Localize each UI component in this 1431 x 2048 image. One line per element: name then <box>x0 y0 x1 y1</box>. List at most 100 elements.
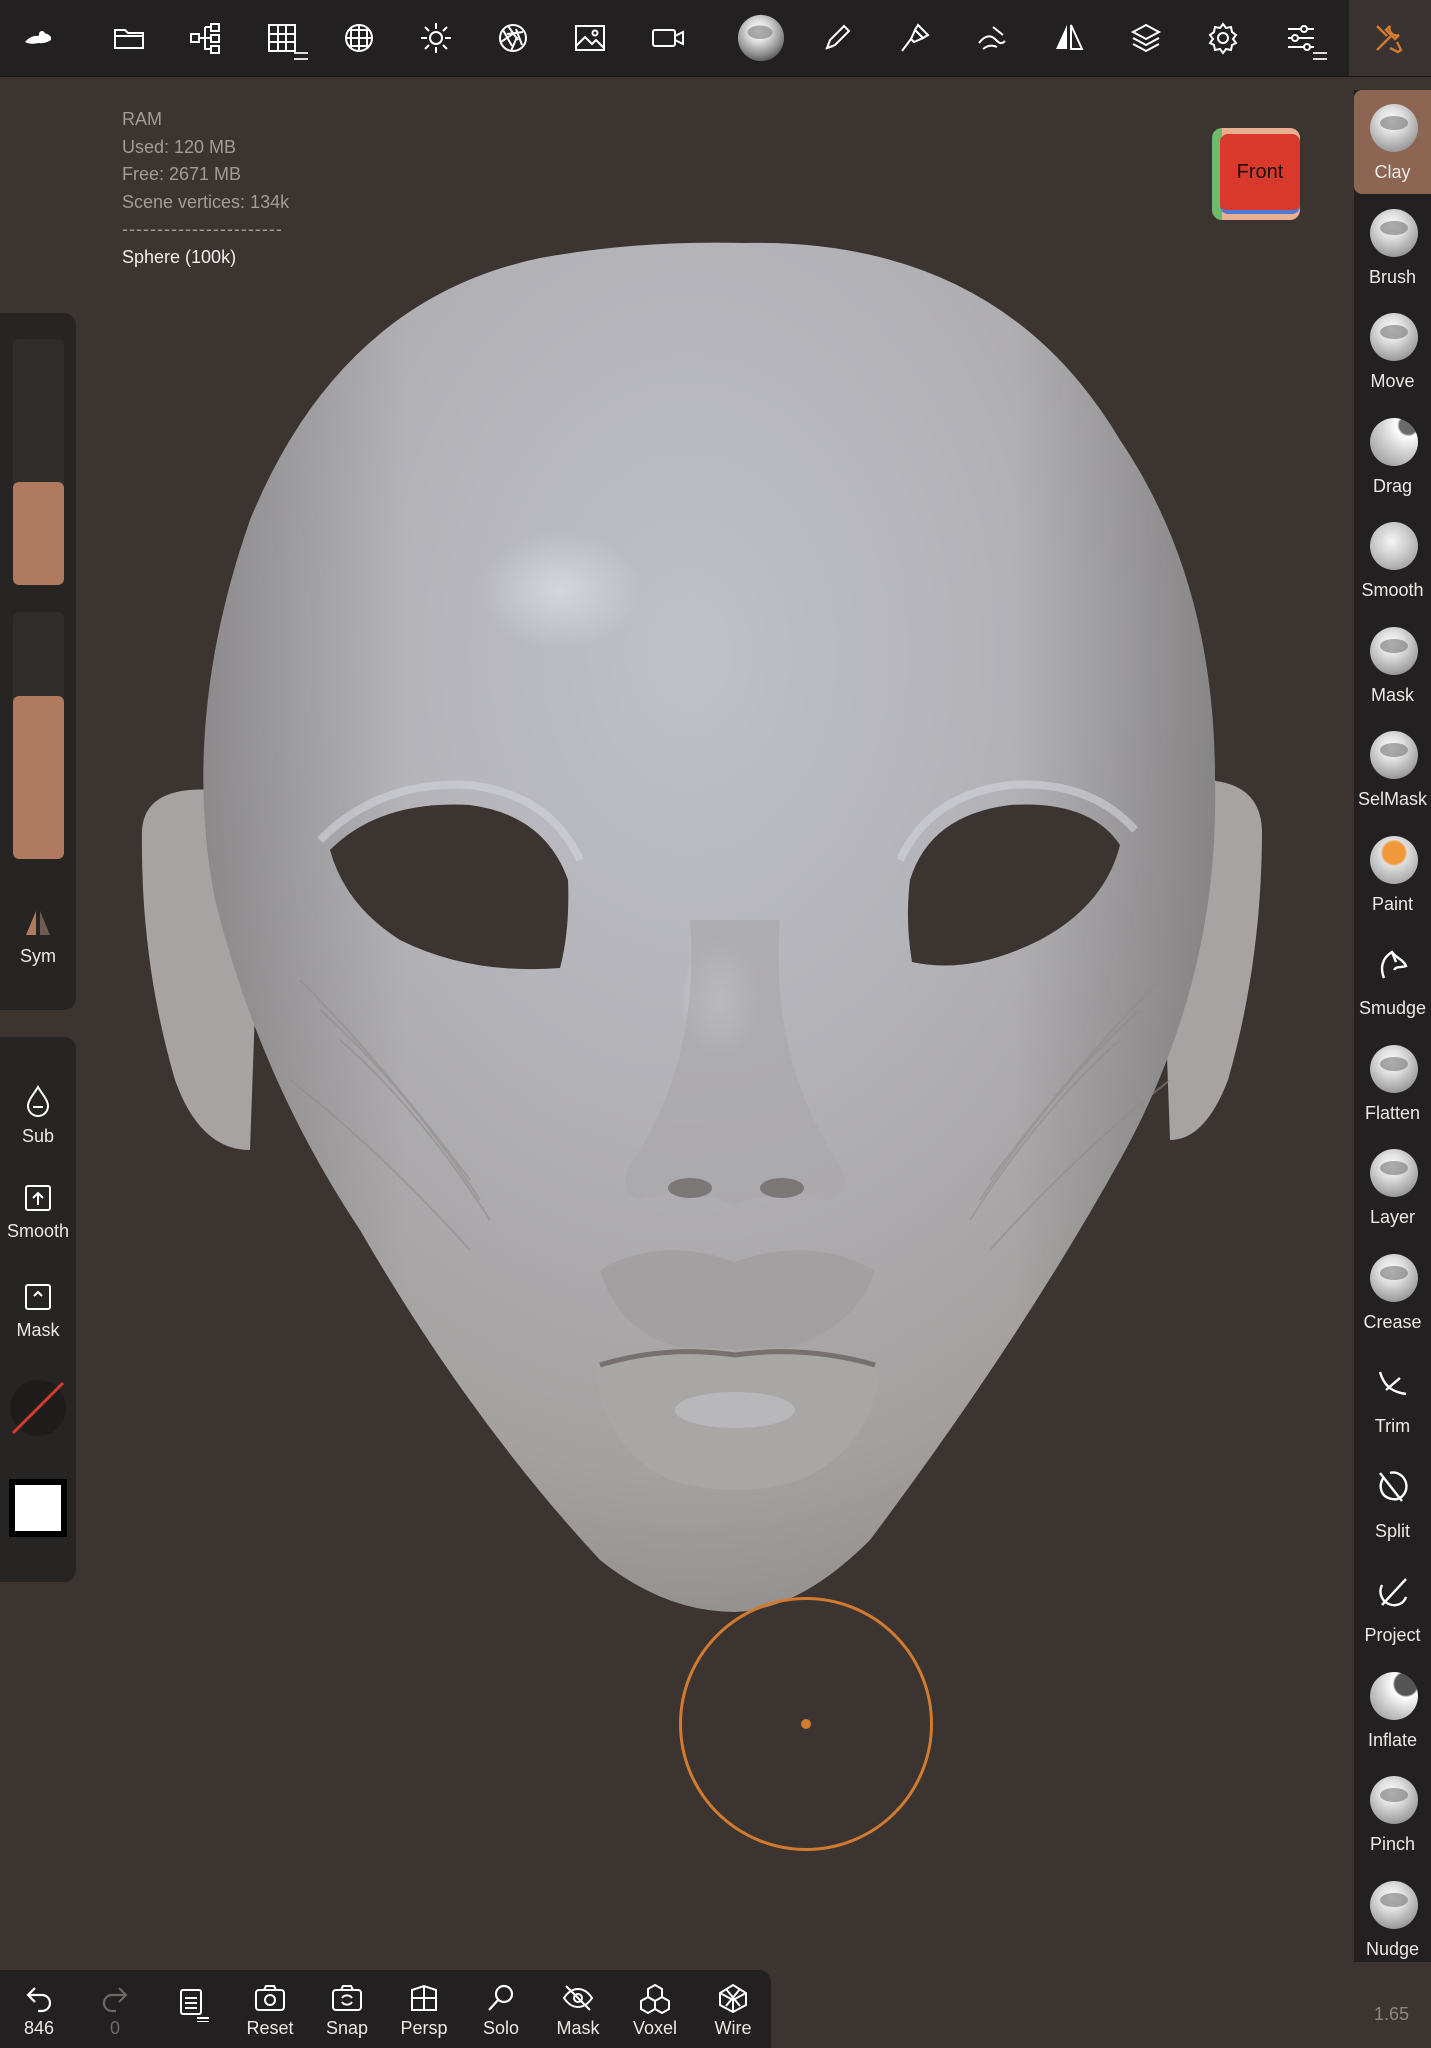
settings-icon[interactable] <box>1195 10 1251 66</box>
smooth-toggle[interactable]: Smooth <box>0 1183 76 1242</box>
brush-flatten[interactable]: Flatten <box>1354 1031 1431 1135</box>
intensity-slider[interactable] <box>13 612 64 859</box>
ram-label: RAM <box>122 109 162 129</box>
history-menu-button[interactable] <box>155 1982 229 2026</box>
sub-button[interactable]: Sub <box>0 1084 76 1147</box>
brush-label: Flatten <box>1364 1102 1421 1123</box>
undo-button[interactable]: 846 <box>2 1982 76 2039</box>
brush-trim[interactable]: Trim <box>1354 1344 1431 1448</box>
matcap-sphere-icon[interactable] <box>732 9 790 67</box>
stroke-icon[interactable] <box>964 10 1020 66</box>
persp-label: Persp <box>400 2018 448 2038</box>
brush-split[interactable]: Split <box>1354 1449 1431 1553</box>
voxel-icon <box>640 1983 670 2014</box>
tools-icon <box>1361 10 1417 66</box>
brush-label: Trim <box>1374 1416 1411 1436</box>
brush-selmask[interactable]: SelMask <box>1354 717 1431 821</box>
snap-label: Snap <box>325 2018 369 2038</box>
brush-brush[interactable]: Brush <box>1354 195 1431 299</box>
home-icon[interactable] <box>10 10 66 66</box>
mask-toggle[interactable]: Mask <box>0 1282 76 1341</box>
pen-icon[interactable] <box>809 10 865 66</box>
mask-visibility-button[interactable]: Mask <box>541 1982 615 2039</box>
smooth-label: Smooth <box>6 1221 70 1241</box>
brush-label: Split <box>1374 1520 1410 1541</box>
flatten-icon <box>1370 1044 1418 1093</box>
selected-object[interactable]: Sphere (100k) <box>122 244 289 272</box>
symmetry-icon[interactable] <box>1041 10 1097 66</box>
info-separator: ----------------------- <box>122 219 283 239</box>
brush-pinch[interactable]: Pinch <box>1354 1762 1431 1866</box>
brush-project[interactable]: Project <box>1354 1553 1431 1657</box>
move-icon <box>1370 313 1418 361</box>
reset-button[interactable]: Reset <box>233 1982 307 2039</box>
wire-button[interactable]: Wire <box>696 1982 770 2039</box>
brush-label: Clay <box>1374 162 1411 182</box>
persp-button[interactable]: Persp <box>387 1982 461 2039</box>
brush-clay[interactable]: Clay <box>1354 90 1431 194</box>
camera-aperture-icon[interactable] <box>485 10 541 66</box>
brush-smudge[interactable]: Smudge <box>1354 926 1431 1030</box>
search-icon <box>488 1984 514 2011</box>
view-cube-front-face[interactable]: Front <box>1220 134 1300 214</box>
alpha-swatch[interactable] <box>0 1377 76 1447</box>
brush-cursor-center <box>801 1719 811 1729</box>
selmask-icon <box>1370 731 1418 779</box>
mask-icon <box>25 1284 51 1310</box>
brush-paint[interactable]: Paint <box>1354 822 1431 926</box>
folder-icon[interactable] <box>101 10 157 66</box>
sym-button[interactable]: Sym <box>0 908 76 967</box>
color-swatch[interactable] <box>0 1477 76 1547</box>
ram-free: Free: 2671 MB <box>122 164 242 184</box>
brush-label: Nudge <box>1365 1938 1420 1959</box>
light-icon[interactable] <box>408 10 464 66</box>
snap-button[interactable]: Snap <box>310 1982 384 2039</box>
video-icon[interactable] <box>640 10 696 66</box>
ram-used: Used: 120 MB <box>122 136 237 157</box>
no-alpha-icon <box>10 1380 66 1436</box>
brush-crease[interactable]: Crease <box>1354 1240 1431 1344</box>
radius-slider[interactable] <box>13 339 64 585</box>
brush-label: Pinch <box>1369 1834 1416 1854</box>
solo-button[interactable]: Solo <box>464 1982 538 2039</box>
brush-smooth[interactable]: Smooth <box>1354 508 1431 612</box>
brush-inflate[interactable]: Inflate <box>1354 1658 1431 1762</box>
notes-icon <box>180 1989 209 2022</box>
brush-move[interactable]: Move <box>1354 299 1431 403</box>
solo-label: Solo <box>482 2018 520 2038</box>
brush-picker-icon[interactable] <box>887 10 943 66</box>
smooth-icon <box>1370 522 1418 570</box>
inflate-icon <box>1370 1671 1418 1720</box>
crease-icon <box>1370 1253 1418 1302</box>
view-cube[interactable]: Front <box>1212 128 1300 220</box>
brush-nudge[interactable]: Nudge <box>1354 1867 1431 1971</box>
sub-label: Sub <box>21 1126 55 1146</box>
scene-info: RAM Used: 120 MB Free: 2671 MB Scene ver… <box>122 106 289 271</box>
brush-label: Smudge <box>1358 998 1427 1018</box>
perspective-icon <box>411 1984 437 2011</box>
mesh-icon[interactable] <box>331 10 387 66</box>
brush-label: Paint <box>1371 893 1414 914</box>
brush-label: Smooth <box>1361 580 1424 600</box>
tools-tab[interactable] <box>1349 0 1431 76</box>
brush-mask[interactable]: Mask <box>1354 613 1431 717</box>
project-icon <box>1379 1578 1408 1607</box>
snap-camera-icon <box>332 1985 362 2011</box>
brush-label: Project <box>1364 1625 1421 1645</box>
sliders-icon[interactable] <box>1273 10 1329 66</box>
brush-layer[interactable]: Layer <box>1354 1135 1431 1239</box>
brush-label: Move <box>1370 371 1415 391</box>
wire-label: Wire <box>714 2018 752 2038</box>
redo-button[interactable]: 0 <box>78 1982 152 2039</box>
scene-tree-icon[interactable] <box>178 10 234 66</box>
brush-drag[interactable]: Drag <box>1354 404 1431 508</box>
layers-icon[interactable] <box>1118 10 1174 66</box>
intensity-slider-fill <box>13 695 64 859</box>
mask-visibility-label: Mask <box>556 2018 600 2038</box>
voxel-button[interactable]: Voxel <box>618 1982 692 2039</box>
image-icon[interactable] <box>562 10 618 66</box>
brush-label: SelMask <box>1357 789 1428 809</box>
reset-label: Reset <box>246 2018 294 2038</box>
grid-icon[interactable] <box>254 10 310 66</box>
brush-label: Layer <box>1369 1207 1416 1227</box>
